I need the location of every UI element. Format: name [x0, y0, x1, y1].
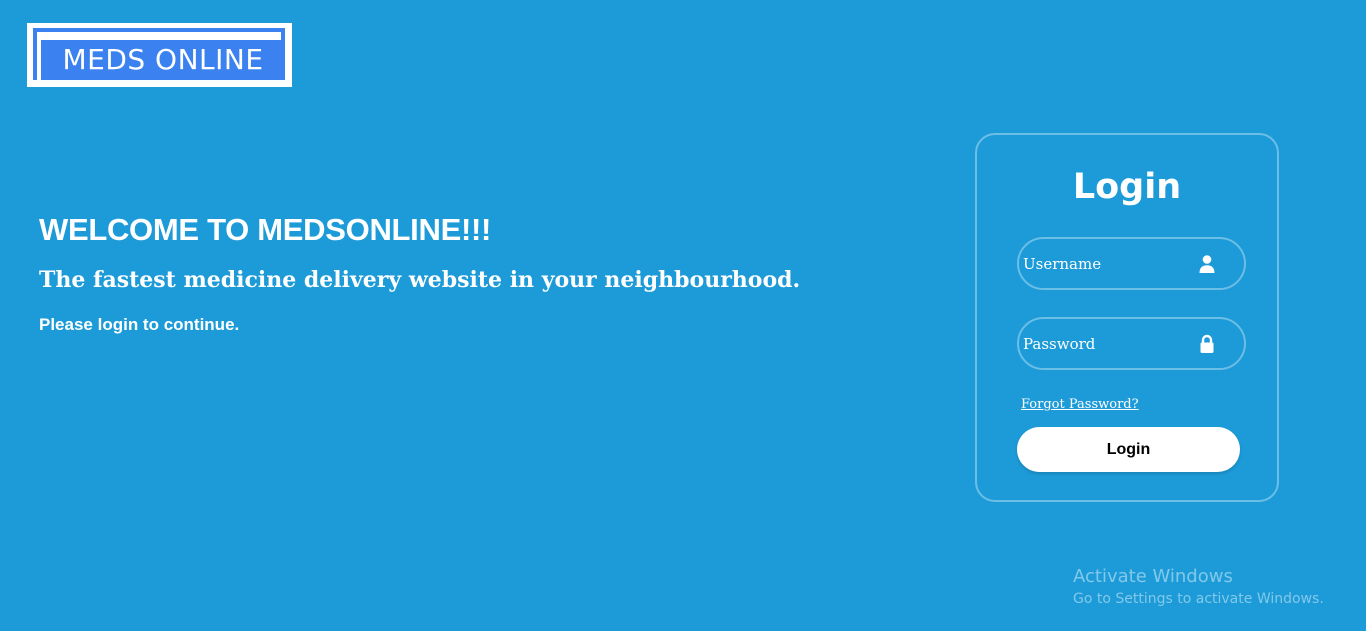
logo-text: MEDS ONLINE [62, 43, 264, 76]
username-input[interactable] [1023, 239, 1193, 288]
login-prompt: Please login to continue. [39, 315, 240, 334]
welcome-subtitle: The fastest medicine delivery website in… [39, 267, 801, 293]
login-heading: Login [1072, 167, 1182, 207]
login-form: Login Forgot Password? Login [975, 133, 1279, 502]
watermark-title: Activate Windows [1073, 566, 1233, 587]
login-button[interactable]: Login [1017, 427, 1240, 472]
user-icon [1199, 255, 1215, 273]
logo-frame-left [33, 28, 37, 80]
welcome-title: WELCOME TO MEDSONLINE!!! [39, 212, 492, 247]
lock-icon [1200, 334, 1214, 353]
watermark-subtitle: Go to Settings to activate Windows. [1073, 591, 1324, 607]
site-logo: MEDS ONLINE [27, 23, 292, 87]
username-field[interactable] [1017, 237, 1246, 290]
password-input[interactable] [1023, 319, 1193, 368]
activation-watermark: Activate Windows Go to Settings to activ… [1073, 566, 1324, 607]
password-field[interactable] [1017, 317, 1246, 370]
logo-frame-top [33, 28, 285, 32]
logo-frame-right [281, 28, 285, 40]
forgot-password-link[interactable]: Forgot Password? [1021, 397, 1139, 412]
